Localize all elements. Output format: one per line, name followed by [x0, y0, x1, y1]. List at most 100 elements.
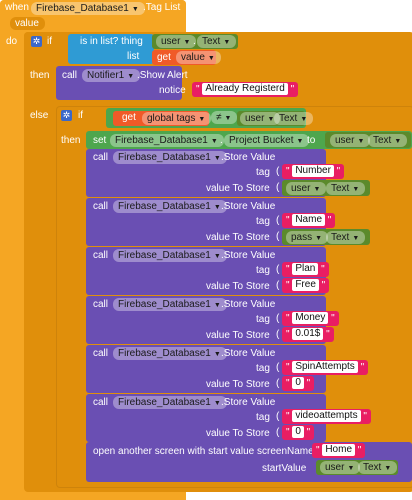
notice-text[interactable]: Already Registerd: [202, 83, 288, 96]
store-component-dropdown[interactable]: Firebase_Database1 ▼: [113, 200, 227, 213]
call-label: call: [93, 348, 109, 359]
tag-text-block[interactable]: " videoattempts ": [282, 409, 371, 424]
quote-close: ": [323, 329, 330, 340]
screen-name-text[interactable]: Home: [322, 444, 356, 457]
list-label: list: [127, 51, 140, 62]
chevron-down-icon: ▼: [224, 115, 232, 122]
value-text[interactable]: Free: [292, 279, 319, 292]
set-component-dropdown[interactable]: Firebase_Database1 ▼: [110, 134, 224, 147]
when-label: when: [5, 2, 29, 13]
set-property-dropdown[interactable]: Project Bucket ▼: [224, 134, 310, 147]
store-component-dropdown[interactable]: Firebase_Database1 ▼: [113, 249, 227, 262]
inner-if-label: if: [78, 110, 83, 121]
chevron-down-icon: ▼: [127, 73, 135, 80]
chevron-down-icon: ▼: [131, 6, 139, 13]
dot-label: .: [193, 36, 196, 47]
global-var-dropdown[interactable]: global tags ▼: [142, 112, 212, 125]
value-text-block[interactable]: " 0.01$ ": [282, 327, 334, 342]
socket-icon: (: [276, 166, 280, 177]
value-text[interactable]: 0: [292, 377, 304, 390]
store-value-method: .Store Value: [221, 250, 276, 261]
value-text-block[interactable]: " 0 ": [282, 425, 315, 440]
thing-property-dropdown[interactable]: Text ▼: [197, 35, 237, 48]
set-value-property-dropdown[interactable]: Text ▼: [368, 134, 408, 147]
get-var-label: value: [181, 52, 205, 63]
store-value-method: .Store Value: [221, 201, 276, 212]
value-to-store-label: value To Store: [206, 183, 270, 194]
store-component-dropdown[interactable]: Firebase_Database1 ▼: [113, 347, 227, 360]
open-screen-label: open another screen with start value scr…: [93, 446, 314, 457]
value-component-dropdown[interactable]: pass ▼: [286, 231, 329, 244]
value-to-store-label: value To Store: [206, 428, 270, 439]
tag-text[interactable]: SpinAttempts: [292, 361, 358, 374]
get-label: get: [157, 52, 171, 63]
value-property-dropdown[interactable]: Text ▼: [326, 182, 366, 195]
tag-text[interactable]: Money: [292, 312, 329, 325]
socket-icon: (: [276, 378, 280, 389]
chevron-down-icon: ▼: [347, 465, 355, 472]
store-value-method: .Store Value: [221, 397, 276, 408]
tag-text[interactable]: Name: [292, 214, 326, 227]
value-to-store-label: value To Store: [206, 379, 270, 390]
socket-icon: (: [276, 231, 280, 242]
chevron-down-icon: ▼: [384, 465, 392, 472]
value-to-store-label: value To Store: [206, 281, 270, 292]
get-var-dropdown[interactable]: value ▼: [176, 51, 221, 64]
tag-label: tag: [256, 167, 270, 178]
notifier-component-dropdown[interactable]: Notifier1 ▼: [82, 69, 141, 82]
thing-component-dropdown[interactable]: user ▼: [156, 35, 197, 48]
socket-icon: (: [276, 215, 280, 226]
tag-text-block[interactable]: " Number ": [282, 164, 345, 179]
start-value-property-dropdown[interactable]: Text ▼: [358, 461, 398, 474]
set-label: set: [93, 135, 107, 146]
tag-text-block[interactable]: " Money ": [282, 311, 339, 326]
socket-icon: (: [276, 182, 280, 193]
if-label: if: [47, 36, 52, 47]
call-label: call: [93, 152, 109, 163]
quote-close: ": [318, 264, 325, 275]
tag-text-block[interactable]: " Name ": [282, 213, 336, 228]
start-value-component-dropdown[interactable]: user ▼: [320, 461, 361, 474]
set-value-component-dropdown[interactable]: user ▼: [330, 134, 371, 147]
chevron-down-icon: ▼: [213, 400, 221, 407]
tag-text-block[interactable]: " Plan ": [282, 262, 329, 277]
gear-icon[interactable]: ✲: [31, 36, 42, 47]
else-label: else: [30, 110, 49, 121]
tag-label: tag: [256, 363, 270, 374]
value-text-block[interactable]: " Free ": [282, 278, 330, 293]
tag-text[interactable]: Plan: [292, 263, 319, 276]
compare-property-dropdown[interactable]: Text ▼: [274, 112, 314, 125]
operator-dropdown[interactable]: ≠ ▼: [211, 111, 238, 124]
call-label: call: [93, 397, 109, 408]
quote-close: ": [318, 280, 326, 291]
global-var-label: global tags: [147, 113, 196, 124]
value-component-dropdown[interactable]: user ▼: [286, 182, 327, 195]
value-text-block[interactable]: " 0 ": [282, 376, 315, 391]
event-name: .Tag List: [143, 2, 181, 13]
event-param-value[interactable]: value: [10, 17, 45, 30]
store-component-label: Firebase_Database1: [118, 152, 211, 163]
thing-property-label: Text: [202, 36, 221, 47]
set-property-label: Project Bucket: [229, 135, 294, 146]
value-property-dropdown[interactable]: Text ▼: [326, 231, 366, 244]
screen-name-text-block[interactable]: " Home ": [312, 443, 366, 458]
store-component-label: Firebase_Database1: [118, 299, 211, 310]
tag-label: tag: [256, 265, 270, 276]
tag-text-block[interactable]: " SpinAttempts ": [282, 360, 369, 375]
store-component-dropdown[interactable]: Firebase_Database1 ▼: [113, 396, 227, 409]
event-component-dropdown[interactable]: Firebase_Database1 ▼: [31, 2, 145, 15]
set-component-label: Firebase_Database1: [115, 135, 208, 146]
value-text[interactable]: 0.01$: [292, 328, 324, 341]
store-component-dropdown[interactable]: Firebase_Database1 ▼: [113, 298, 227, 311]
tag-text[interactable]: Number: [292, 165, 334, 178]
notice-text-block[interactable]: " Already Registerd ": [192, 82, 299, 97]
chevron-down-icon: ▼: [300, 116, 308, 123]
store-value-method: .Store Value: [221, 348, 276, 359]
value-text[interactable]: 0: [292, 426, 304, 439]
tag-text[interactable]: videoattempts: [292, 410, 361, 423]
value-to-store-label: value To Store: [206, 330, 270, 341]
chevron-down-icon: ▼: [213, 302, 221, 309]
gear-icon[interactable]: ✲: [61, 110, 72, 121]
store-component-dropdown[interactable]: Firebase_Database1 ▼: [113, 151, 227, 164]
store-value-method: .Store Value: [221, 299, 276, 310]
